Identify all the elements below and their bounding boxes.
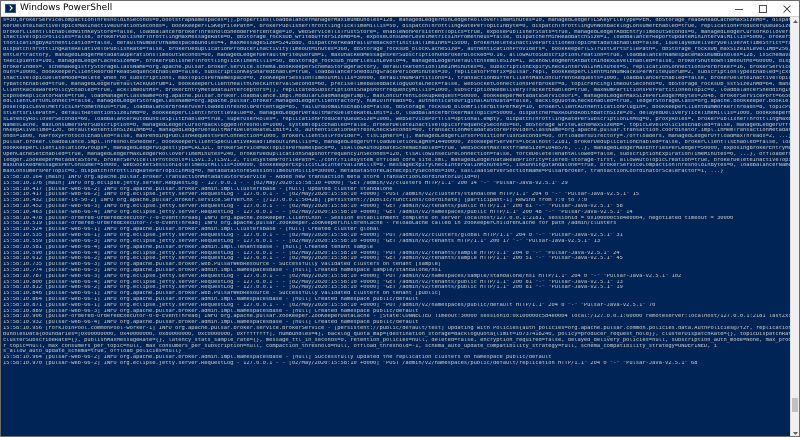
scroll-up-arrow[interactable] xyxy=(791,17,799,25)
maximize-icon xyxy=(759,4,767,13)
minimize-icon xyxy=(735,8,743,10)
arrow-up-icon xyxy=(792,19,798,23)
console-line: 15:58:10.970 [pulsar-web-66-2] INFO org.… xyxy=(3,360,698,366)
close-icon xyxy=(783,4,791,13)
window-title: Windows PowerShell xyxy=(20,3,113,13)
scrollbar-thumb[interactable] xyxy=(792,398,798,413)
window-controls xyxy=(727,1,799,16)
maximize-button[interactable] xyxy=(751,1,775,16)
powershell-icon xyxy=(5,4,16,13)
console-output[interactable]: s=30,brokerServiceCompactionThresholdInS… xyxy=(3,18,790,436)
powershell-window: Windows PowerShell s=30,brokerServiceCom… xyxy=(0,0,800,437)
arrow-down-icon xyxy=(792,431,798,435)
title-bar[interactable]: Windows PowerShell xyxy=(1,1,799,17)
vertical-scrollbar[interactable] xyxy=(790,17,799,436)
scroll-down-arrow[interactable] xyxy=(791,429,799,436)
close-button[interactable] xyxy=(775,1,799,16)
minimize-button[interactable] xyxy=(727,1,751,16)
